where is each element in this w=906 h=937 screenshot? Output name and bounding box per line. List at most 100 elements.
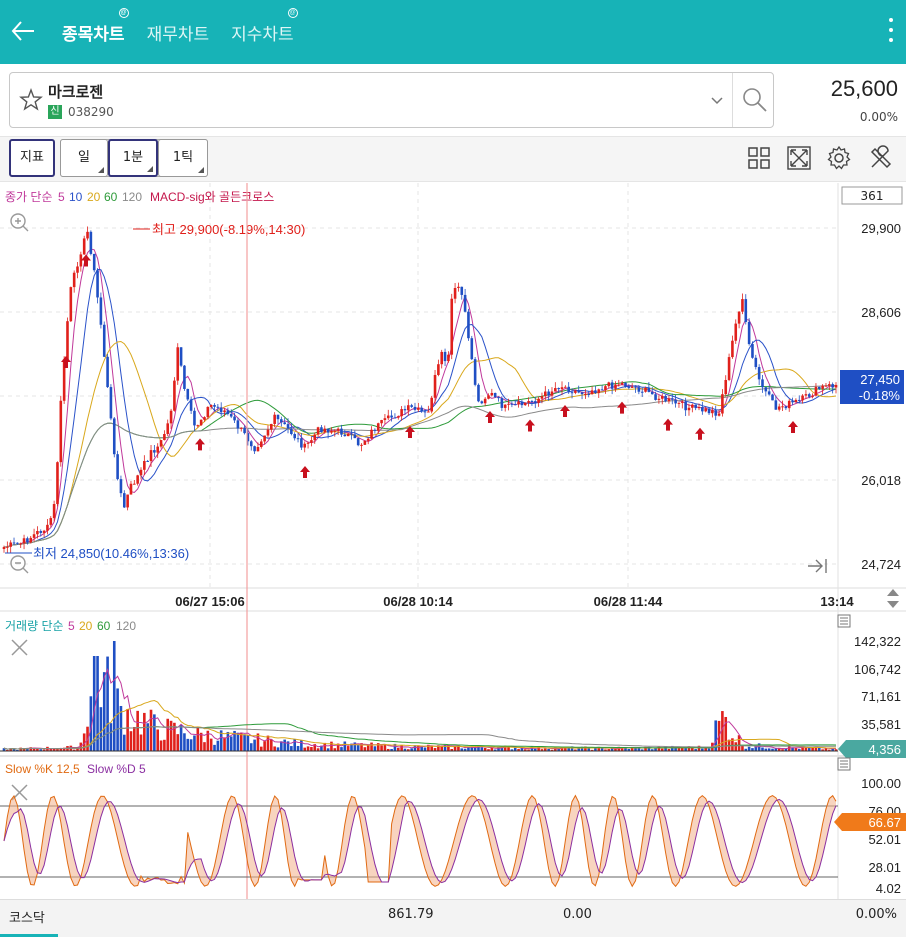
search-icon[interactable]	[740, 85, 770, 115]
period-tick-button[interactable]: 1틱	[158, 139, 208, 177]
volume-tick: 71,161	[861, 689, 901, 704]
chart-type-tabs: 종목차트 @ 재무차트 지수차트 @	[62, 0, 298, 64]
volume-bar	[159, 740, 163, 751]
ma60-legend: 60	[104, 190, 118, 204]
tab-new-marker-icon: @	[287, 7, 298, 18]
volume-bar	[189, 739, 193, 751]
volume-bar	[199, 732, 203, 751]
index-name: 코스닥	[9, 911, 45, 926]
volume-bar	[330, 741, 333, 751]
period-minute-button[interactable]: 1분	[108, 139, 158, 177]
volume-bar	[303, 747, 307, 751]
more-menu-icon[interactable]	[888, 18, 894, 46]
volume-bar	[203, 742, 206, 751]
chart-canvas[interactable]: 종가 단순 5 10 20 60 120 MACD-sig와 골든크로스 361	[0, 183, 906, 899]
index-value: 861.79	[388, 907, 434, 922]
volume-bar	[156, 729, 160, 751]
volume-bar	[166, 718, 170, 751]
candle	[106, 354, 109, 389]
vol-ma5-legend: 5	[68, 619, 75, 633]
search-divider	[732, 73, 733, 127]
volume-bar	[136, 710, 139, 751]
candle	[470, 335, 474, 361]
volume-bar	[363, 747, 367, 751]
vol-ma60-legend: 60	[97, 619, 111, 633]
volume-bar	[296, 746, 300, 751]
candle	[179, 347, 183, 368]
chart-area[interactable]: 종가 단순 5 10 20 60 120 MACD-sig와 골든크로스 361	[0, 183, 906, 899]
volume-bar	[266, 735, 270, 751]
fullscreen-icon[interactable]	[786, 145, 812, 171]
period-options-corner-icon	[147, 166, 153, 172]
high-label: 최고 29,900(-8.19%,14:30)	[152, 222, 305, 237]
volume-bar	[480, 747, 484, 751]
stock-search-box[interactable]: 마크로젠 신 038290	[9, 72, 774, 128]
candle	[747, 318, 751, 346]
candle	[176, 343, 180, 385]
tab-stock-chart-label: 종목차트	[62, 24, 125, 44]
candle	[430, 395, 433, 414]
volume-bar	[380, 745, 383, 751]
candle	[473, 356, 477, 387]
volume-bar	[293, 738, 296, 751]
favorite-star-icon[interactable]	[18, 87, 44, 113]
count-box-value: 361	[861, 189, 884, 203]
volume-bar	[273, 746, 276, 751]
app-root: 종목차트 @ 재무차트 지수차트 @ 마크로젠 신 038290 25,600 …	[0, 0, 906, 937]
volume-bar	[346, 746, 350, 751]
index-change: 0.00	[563, 907, 592, 922]
stock-code: 038290	[68, 105, 114, 119]
volume-bar	[229, 736, 233, 751]
back-arrow-icon[interactable]	[10, 18, 36, 44]
candle	[109, 384, 113, 421]
volume-bar	[276, 747, 280, 751]
candle	[477, 383, 480, 403]
volume-bar	[249, 743, 253, 751]
chart-toolbar: 지표 일 1분 1틱	[0, 136, 906, 182]
volume-bar	[423, 747, 427, 751]
stock-info-row: 마크로젠 신 038290 25,600 0.00%	[0, 64, 906, 136]
stoch-tick: 52.01	[868, 832, 901, 847]
volume-bar	[163, 739, 166, 751]
volume-bar	[283, 739, 286, 751]
candle	[727, 353, 731, 382]
price-tick: 26,018	[861, 473, 901, 488]
period-options-corner-icon	[198, 167, 204, 173]
candle	[112, 416, 116, 458]
settings-gear-icon[interactable]	[826, 145, 852, 171]
price-legend: 종가 단순 5 10 20 60 120 MACD-sig와 골든크로스	[5, 190, 274, 204]
index-ticker-bar[interactable]: 코스닥 861.79 0.00 0.00%	[0, 899, 906, 937]
tab-stock-chart[interactable]: 종목차트 @	[62, 7, 129, 45]
tools-icon[interactable]	[868, 145, 894, 171]
current-price: 25,600	[830, 76, 898, 101]
chevron-down-icon[interactable]	[710, 93, 724, 107]
candle	[173, 377, 176, 412]
volume-bar	[109, 723, 113, 751]
volume-bar	[129, 731, 133, 751]
indicator-button[interactable]: 지표	[9, 139, 55, 177]
index-change-pct: 0.00%	[855, 907, 897, 922]
volume-bar	[310, 747, 313, 751]
candle	[363, 440, 367, 445]
volume-bar	[761, 747, 764, 751]
stoch-panel-menu-icon[interactable]	[837, 757, 851, 771]
volume-panel-menu-icon[interactable]	[837, 614, 851, 628]
candle	[183, 364, 186, 391]
candle	[186, 388, 190, 401]
current-price-tag-value: 27,450	[860, 372, 900, 387]
period-day-button[interactable]: 일	[60, 139, 108, 177]
volume-bar	[263, 741, 266, 751]
top-bar: 종목차트 @ 재무차트 지수차트 @	[0, 0, 906, 64]
volume-bar	[169, 720, 173, 751]
volume-bar	[196, 726, 200, 751]
candle	[450, 293, 454, 360]
stoch-tick: 28.01	[868, 860, 901, 875]
tab-financial-chart[interactable]: 재무차트	[147, 20, 210, 45]
volume-bar	[183, 733, 186, 751]
volume-bar	[270, 739, 273, 751]
time-tick: 13:14	[820, 594, 854, 609]
vol-ma20-legend: 20	[79, 619, 93, 633]
tab-index-chart[interactable]: 지수차트 @	[231, 7, 298, 45]
grid-layout-icon[interactable]	[746, 145, 772, 171]
time-tick: 06/28 11:44	[594, 594, 663, 609]
